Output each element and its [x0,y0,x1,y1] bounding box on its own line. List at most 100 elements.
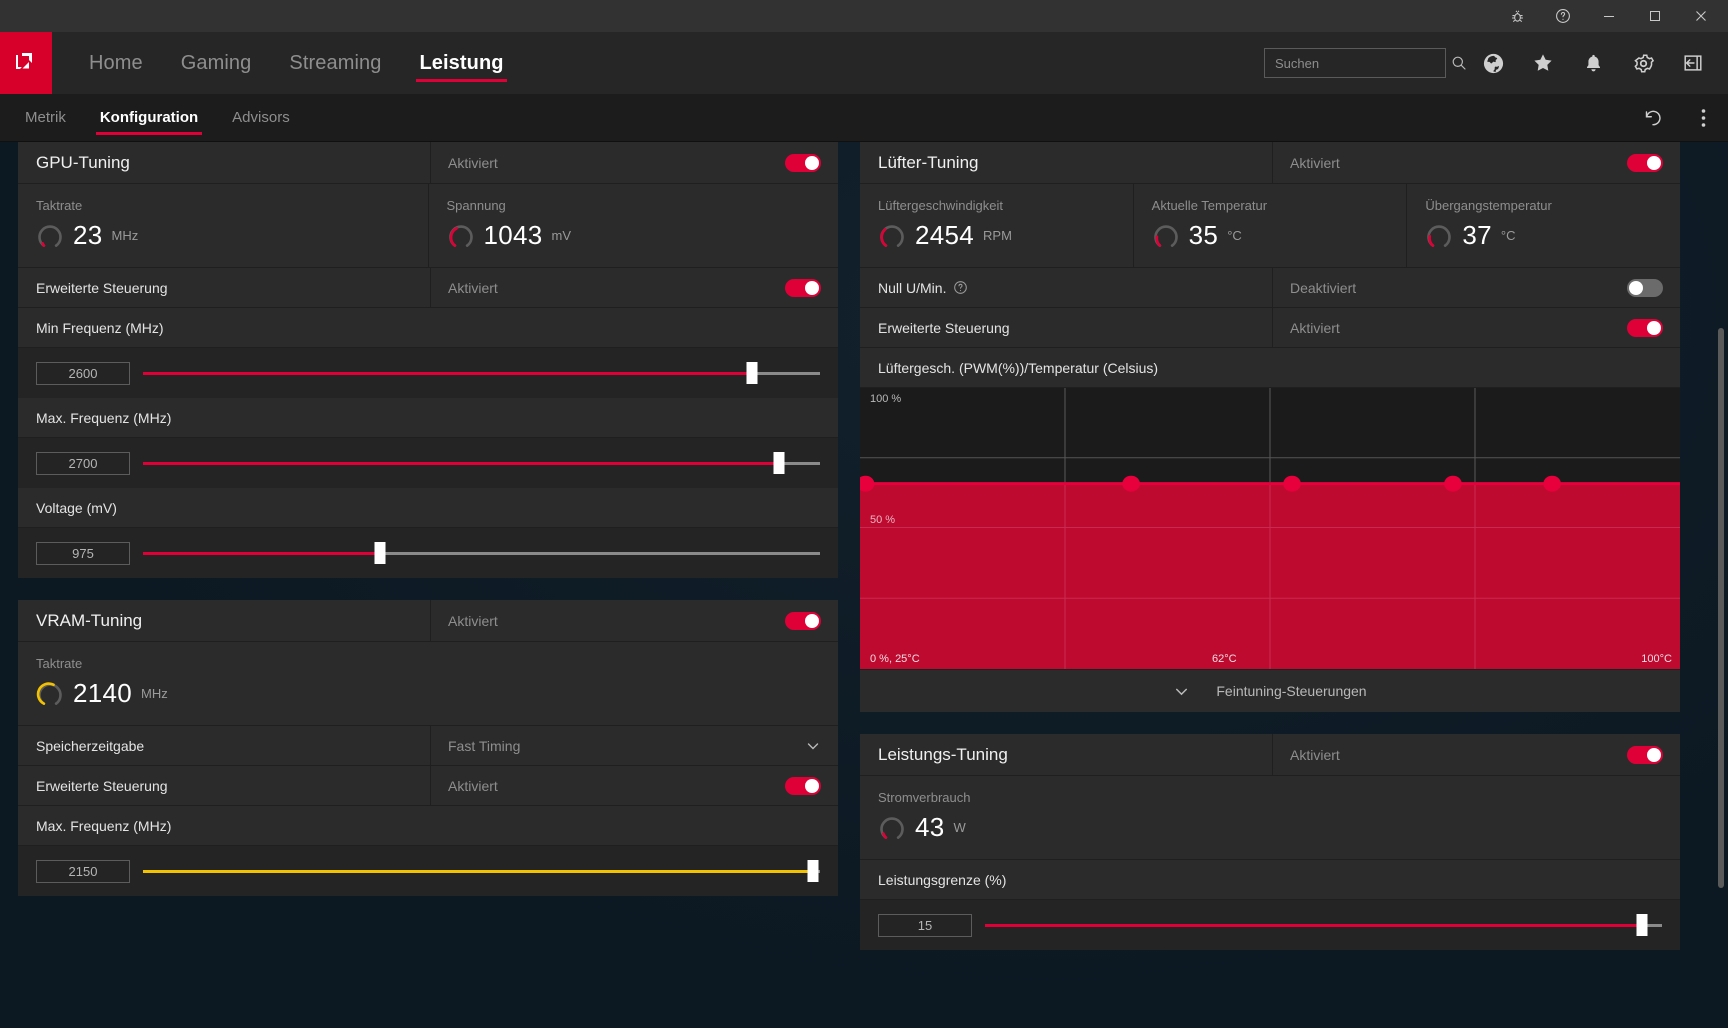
configuration-content: GPU-Tuning Aktiviert Taktrate 23 MHz Spa… [0,142,1728,1028]
transition-temp-metric: Übergangstemperatur 37 °C [1407,184,1680,267]
power-consumption-metric: Stromverbrauch 43 W [860,776,1680,859]
amd-logo[interactable] [0,32,52,94]
vram-tuning-title: VRAM-Tuning [18,600,431,641]
nav-item-home[interactable]: Home [70,32,162,94]
zero-rpm-toggle[interactable] [1627,278,1663,297]
slider-thumb[interactable] [807,860,819,882]
gpu-voltage-unit: mV [551,228,572,243]
main-navigation: Home Gaming Streaming Leistung [0,32,1728,94]
fan-metrics-row: Lüftergeschwindigkeit 2454 RPM Aktuelle … [860,184,1680,268]
fan-curve-chart-title: Lüftergesch. (PWM(%))/Temperatur (Celsiu… [860,348,1680,388]
slider-track-fill [143,371,753,375]
power-tuning-header: Leistungs-Tuning Aktiviert [860,734,1680,776]
chart-x-label-origin: 0 %, 25°C [870,653,920,665]
fine-tuning-label: Feintuning-Steuerungen [1216,683,1367,699]
help-icon[interactable] [953,280,968,295]
gpu-tuning-toggle[interactable] [785,153,821,172]
bug-report-button[interactable] [1494,0,1540,32]
scrollbar-thumb[interactable] [1718,328,1724,888]
nav-item-streaming[interactable]: Streaming [270,32,400,94]
help-button[interactable] [1540,0,1586,32]
nav-item-leistung[interactable]: Leistung [400,32,522,94]
fan-curve-svg[interactable] [860,388,1680,669]
nav-label: Streaming [289,51,382,74]
gpu-min-freq-value[interactable]: 2600 [36,361,130,385]
gpu-advanced-toggle[interactable] [785,278,821,297]
power-limit-slider[interactable] [985,914,1662,936]
fine-tuning-expander[interactable]: Feintuning-Steuerungen [860,670,1680,712]
transition-temp-value: 37 [1462,220,1492,250]
gpu-advanced-row: Erweiterte Steuerung Aktiviert [18,268,838,308]
more-options-button[interactable] [1678,94,1728,141]
fan-tuning-toggle[interactable] [1627,153,1663,172]
fan-advanced-label: Erweiterte Steuerung [860,308,1273,347]
slider-track-fill [143,869,814,873]
slider-thumb[interactable] [773,452,785,474]
chart-x-label-max: 100°C [1641,653,1672,665]
vram-max-freq-value[interactable]: 2150 [36,859,130,883]
slider-thumb[interactable] [374,542,386,564]
globe-icon[interactable] [1468,32,1518,94]
vram-max-freq-label: Max. Frequenz (MHz) [18,806,838,846]
vram-advanced-label: Erweiterte Steuerung [18,766,431,805]
search-icon[interactable] [1451,55,1467,71]
chart-point [1283,475,1301,492]
slider-thumb[interactable] [1636,914,1648,936]
chart-point [1543,475,1561,492]
nav-item-gaming[interactable]: Gaming [162,32,271,94]
power-limit-value[interactable]: 15 [878,913,972,937]
vram-advanced-toggle[interactable] [785,776,821,795]
gpu-voltage-value: 1043 [483,220,543,250]
fan-curve-chart[interactable]: 100 % 50 % 0 %, 25°C 62°C 100°C [860,388,1680,670]
gear-icon[interactable] [1618,32,1668,94]
gpu-clock-value: 23 [73,220,103,250]
star-icon[interactable] [1518,32,1568,94]
gpu-tuning-state-label: Aktiviert [448,154,498,171]
reset-button[interactable] [1628,94,1678,141]
vram-tuning-state-label: Aktiviert [448,612,498,629]
tab-label: Advisors [232,109,290,126]
gpu-min-freq-slider[interactable] [143,362,820,384]
slider-thumb[interactable] [746,362,758,384]
search-box[interactable] [1264,48,1466,78]
transition-temp-label: Übergangstemperatur [1425,198,1552,213]
vram-max-freq-slider[interactable] [143,860,820,882]
chevron-down-icon[interactable] [805,738,821,754]
power-consumption-value: 43 [915,812,945,842]
power-consumption-label: Stromverbrauch [878,790,971,805]
gpu-voltage-slider[interactable] [143,542,820,564]
vram-tuning-toggle[interactable] [785,611,821,630]
fan-speed-metric: Lüftergeschwindigkeit 2454 RPM [860,184,1134,267]
close-icon [1695,10,1707,22]
tab-konfiguration[interactable]: Konfiguration [83,94,215,141]
chart-y-label-50: 50 % [870,514,896,526]
current-temp-metric: Aktuelle Temperatur 35 °C [1134,184,1408,267]
collapse-panel-icon[interactable] [1668,32,1718,94]
close-button[interactable] [1678,0,1724,32]
gpu-max-freq-slider[interactable] [143,452,820,474]
left-column: GPU-Tuning Aktiviert Taktrate 23 MHz Spa… [18,142,838,1028]
gpu-max-freq-value[interactable]: 2700 [36,451,130,475]
sub-navigation: Metrik Konfiguration Advisors [0,94,1728,142]
tab-advisors[interactable]: Advisors [215,94,307,141]
power-consumption-unit: W [953,820,966,835]
gauge-icon [36,680,64,708]
fan-tuning-header: Lüfter-Tuning Aktiviert [860,142,1680,184]
zero-rpm-label: Null U/Min. [878,279,947,296]
gpu-voltage-slider-value[interactable]: 975 [36,541,130,565]
search-input[interactable] [1275,55,1451,71]
power-tuning-toggle[interactable] [1627,745,1663,764]
content-scrollbar[interactable] [1716,142,1726,1028]
tab-label: Konfiguration [99,109,199,126]
power-limit-label: Leistungsgrenze (%) [860,860,1680,900]
gpu-tuning-card: GPU-Tuning Aktiviert Taktrate 23 MHz Spa… [18,142,838,578]
maximize-button[interactable] [1632,0,1678,32]
minimize-button[interactable] [1586,0,1632,32]
chart-point [1444,475,1462,492]
fan-advanced-toggle[interactable] [1627,318,1663,337]
bell-icon[interactable] [1568,32,1618,94]
gpu-advanced-label: Erweiterte Steuerung [18,268,431,307]
tab-metrik[interactable]: Metrik [8,94,83,141]
chart-x-label-mid: 62°C [1212,653,1237,665]
